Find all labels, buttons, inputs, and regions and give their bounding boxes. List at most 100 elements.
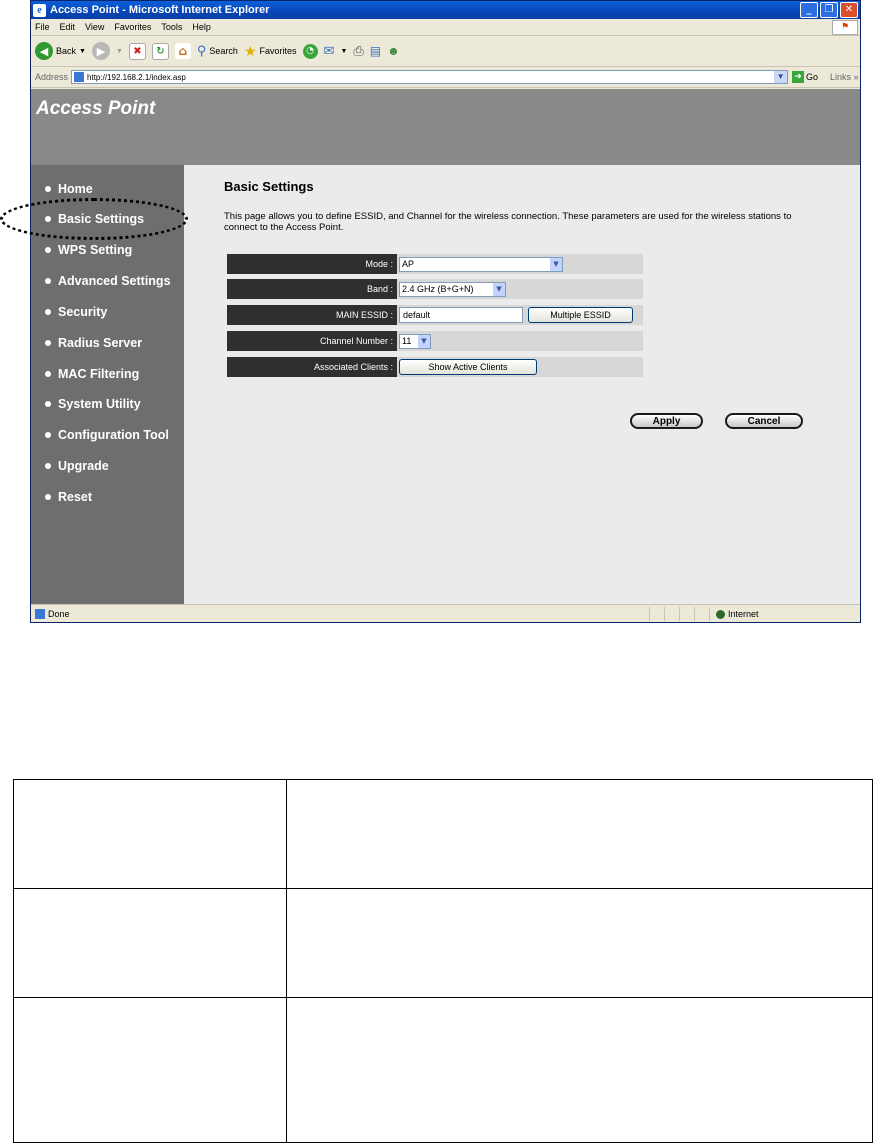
- status-segment: [664, 607, 679, 621]
- nav-label: Radius Server: [58, 336, 143, 350]
- mail-dropdown-icon: ▼: [340, 47, 348, 55]
- chevron-down-icon: ▼: [550, 257, 562, 271]
- browser-window: e Access Point - Microsoft Internet Expl…: [30, 0, 861, 623]
- search-label: Search: [209, 46, 238, 56]
- page-description: This page allows you to define ESSID, an…: [224, 211, 792, 233]
- restore-button[interactable]: ❐: [820, 2, 838, 18]
- links-button[interactable]: Links »: [830, 72, 859, 82]
- history-icon[interactable]: ◔: [302, 43, 318, 59]
- minimize-button[interactable]: _: [800, 2, 818, 18]
- clients-row: Associated Clients : Show Active Clients: [227, 357, 643, 377]
- back-button[interactable]: ◀ Back ▼: [35, 42, 86, 60]
- mode-select[interactable]: AP ▼: [399, 256, 563, 272]
- address-url: http://192.168.2.1/index.asp: [87, 72, 186, 82]
- table-row: [13, 779, 873, 889]
- band-value-cell: 2.4 GHz (B+G+N) ▼: [397, 279, 643, 299]
- description-table: [13, 779, 873, 1143]
- nav-item-wps-setting[interactable]: WPS Setting: [45, 243, 132, 257]
- channel-label: Channel Number :: [227, 331, 397, 351]
- nav-item-upgrade[interactable]: Upgrade: [45, 459, 109, 473]
- menu-edit[interactable]: Edit: [60, 22, 76, 32]
- table-cell: [286, 779, 873, 889]
- bullet-icon: [45, 432, 51, 438]
- status-segment: [649, 607, 664, 621]
- channel-value-cell: 11 ▼: [397, 331, 643, 351]
- page-heading: Basic Settings: [224, 179, 314, 194]
- back-arrow-icon: ◀: [35, 42, 53, 60]
- bullet-icon: [45, 463, 51, 469]
- nav-item-security[interactable]: Security: [45, 305, 107, 319]
- menu-help[interactable]: Help: [192, 22, 211, 32]
- apply-button[interactable]: Apply: [630, 413, 703, 429]
- channel-selected-value: 11: [402, 336, 412, 346]
- channel-select[interactable]: 11 ▼: [399, 333, 431, 349]
- band-select[interactable]: 2.4 GHz (B+G+N) ▼: [399, 281, 506, 297]
- search-button[interactable]: ⚲ Search: [197, 43, 238, 59]
- edit-icon[interactable]: ▤: [370, 44, 381, 58]
- print-icon[interactable]: ⎙: [353, 43, 363, 59]
- menu-tools[interactable]: Tools: [161, 22, 182, 32]
- mode-selected-value: AP: [402, 259, 415, 269]
- bullet-icon: [45, 309, 51, 315]
- table-cell: [13, 779, 287, 889]
- nav-item-advanced-settings[interactable]: Advanced Settings: [45, 274, 171, 288]
- show-active-clients-button[interactable]: Show Active Clients: [399, 359, 537, 375]
- globe-icon: [716, 609, 725, 619]
- nav-item-configuration-tool[interactable]: Configuration Tool: [45, 428, 169, 442]
- band-label: Band :: [227, 279, 397, 299]
- cancel-button[interactable]: Cancel: [725, 413, 803, 429]
- windows-flag-icon: ⚑: [832, 20, 858, 35]
- nav-item-reset[interactable]: Reset: [45, 490, 92, 504]
- table-cell: [286, 997, 873, 1143]
- nav-label: Basic Settings: [58, 212, 145, 226]
- stop-icon[interactable]: ✖: [128, 42, 146, 60]
- nav-item-basic-settings[interactable]: Basic Settings: [45, 212, 144, 226]
- nav-item-mac-filtering[interactable]: MAC Filtering: [45, 367, 139, 381]
- mode-value-cell: AP ▼: [397, 254, 643, 274]
- bullet-icon: [45, 340, 51, 346]
- back-dropdown-icon: ▼: [79, 47, 86, 55]
- nav-label: Upgrade: [58, 459, 109, 473]
- go-button[interactable]: ➜ Go: [792, 71, 818, 83]
- page-done-icon: [35, 609, 45, 619]
- go-arrow-icon: ➜: [792, 71, 805, 83]
- brand-title: Access Point: [36, 98, 156, 119]
- bullet-icon: [45, 216, 51, 222]
- back-label: Back: [56, 46, 77, 56]
- nav-item-home[interactable]: Home: [45, 182, 93, 196]
- table-cell: [286, 888, 873, 998]
- menu-favorites[interactable]: Favorites: [114, 22, 151, 32]
- favorites-button[interactable]: ★ Favorites: [244, 43, 297, 60]
- go-label: Go: [806, 72, 819, 82]
- nav-item-radius-server[interactable]: Radius Server: [45, 336, 142, 350]
- channel-row: Channel Number : 11 ▼: [227, 331, 643, 351]
- sidebar-nav: Home Basic Settings WPS Setting Advanced…: [31, 165, 184, 604]
- mail-icon[interactable]: ✉: [324, 43, 335, 59]
- clients-value-cell: Show Active Clients: [397, 357, 643, 377]
- table-row: [13, 888, 873, 998]
- address-input[interactable]: http://192.168.2.1/index.asp ▼: [71, 70, 789, 84]
- menu-file[interactable]: File: [35, 22, 50, 32]
- favorites-star-icon: ★: [243, 42, 257, 59]
- status-segment: [679, 607, 694, 621]
- address-dropdown-icon[interactable]: ▼: [774, 71, 788, 83]
- essid-input[interactable]: default: [399, 307, 523, 323]
- window-title: Access Point - Microsoft Internet Explor…: [50, 4, 270, 16]
- nav-item-system-utility[interactable]: System Utility: [45, 397, 141, 411]
- mode-label: Mode :: [227, 254, 397, 274]
- forward-arrow-icon[interactable]: ▶: [91, 42, 110, 60]
- address-label: Address: [35, 72, 69, 82]
- refresh-icon[interactable]: ↻: [151, 42, 169, 60]
- title-bar: e Access Point - Microsoft Internet Expl…: [31, 1, 860, 19]
- toolbar: ◀ Back ▼ ▶ ▼ ✖ ↻ ⌂ ⚲ Search ★ Favorites …: [31, 36, 860, 67]
- band-row: Band : 2.4 GHz (B+G+N) ▼: [227, 279, 643, 299]
- nav-label: Security: [58, 305, 108, 319]
- menu-view[interactable]: View: [85, 22, 104, 32]
- table-cell: [13, 888, 287, 998]
- home-icon[interactable]: ⌂: [174, 43, 191, 59]
- messenger-icon[interactable]: ☻: [387, 44, 400, 58]
- bullet-icon: [45, 401, 51, 407]
- page-icon: [74, 72, 85, 82]
- multiple-essid-button[interactable]: Multiple ESSID: [528, 307, 633, 323]
- close-button[interactable]: ✕: [840, 2, 858, 18]
